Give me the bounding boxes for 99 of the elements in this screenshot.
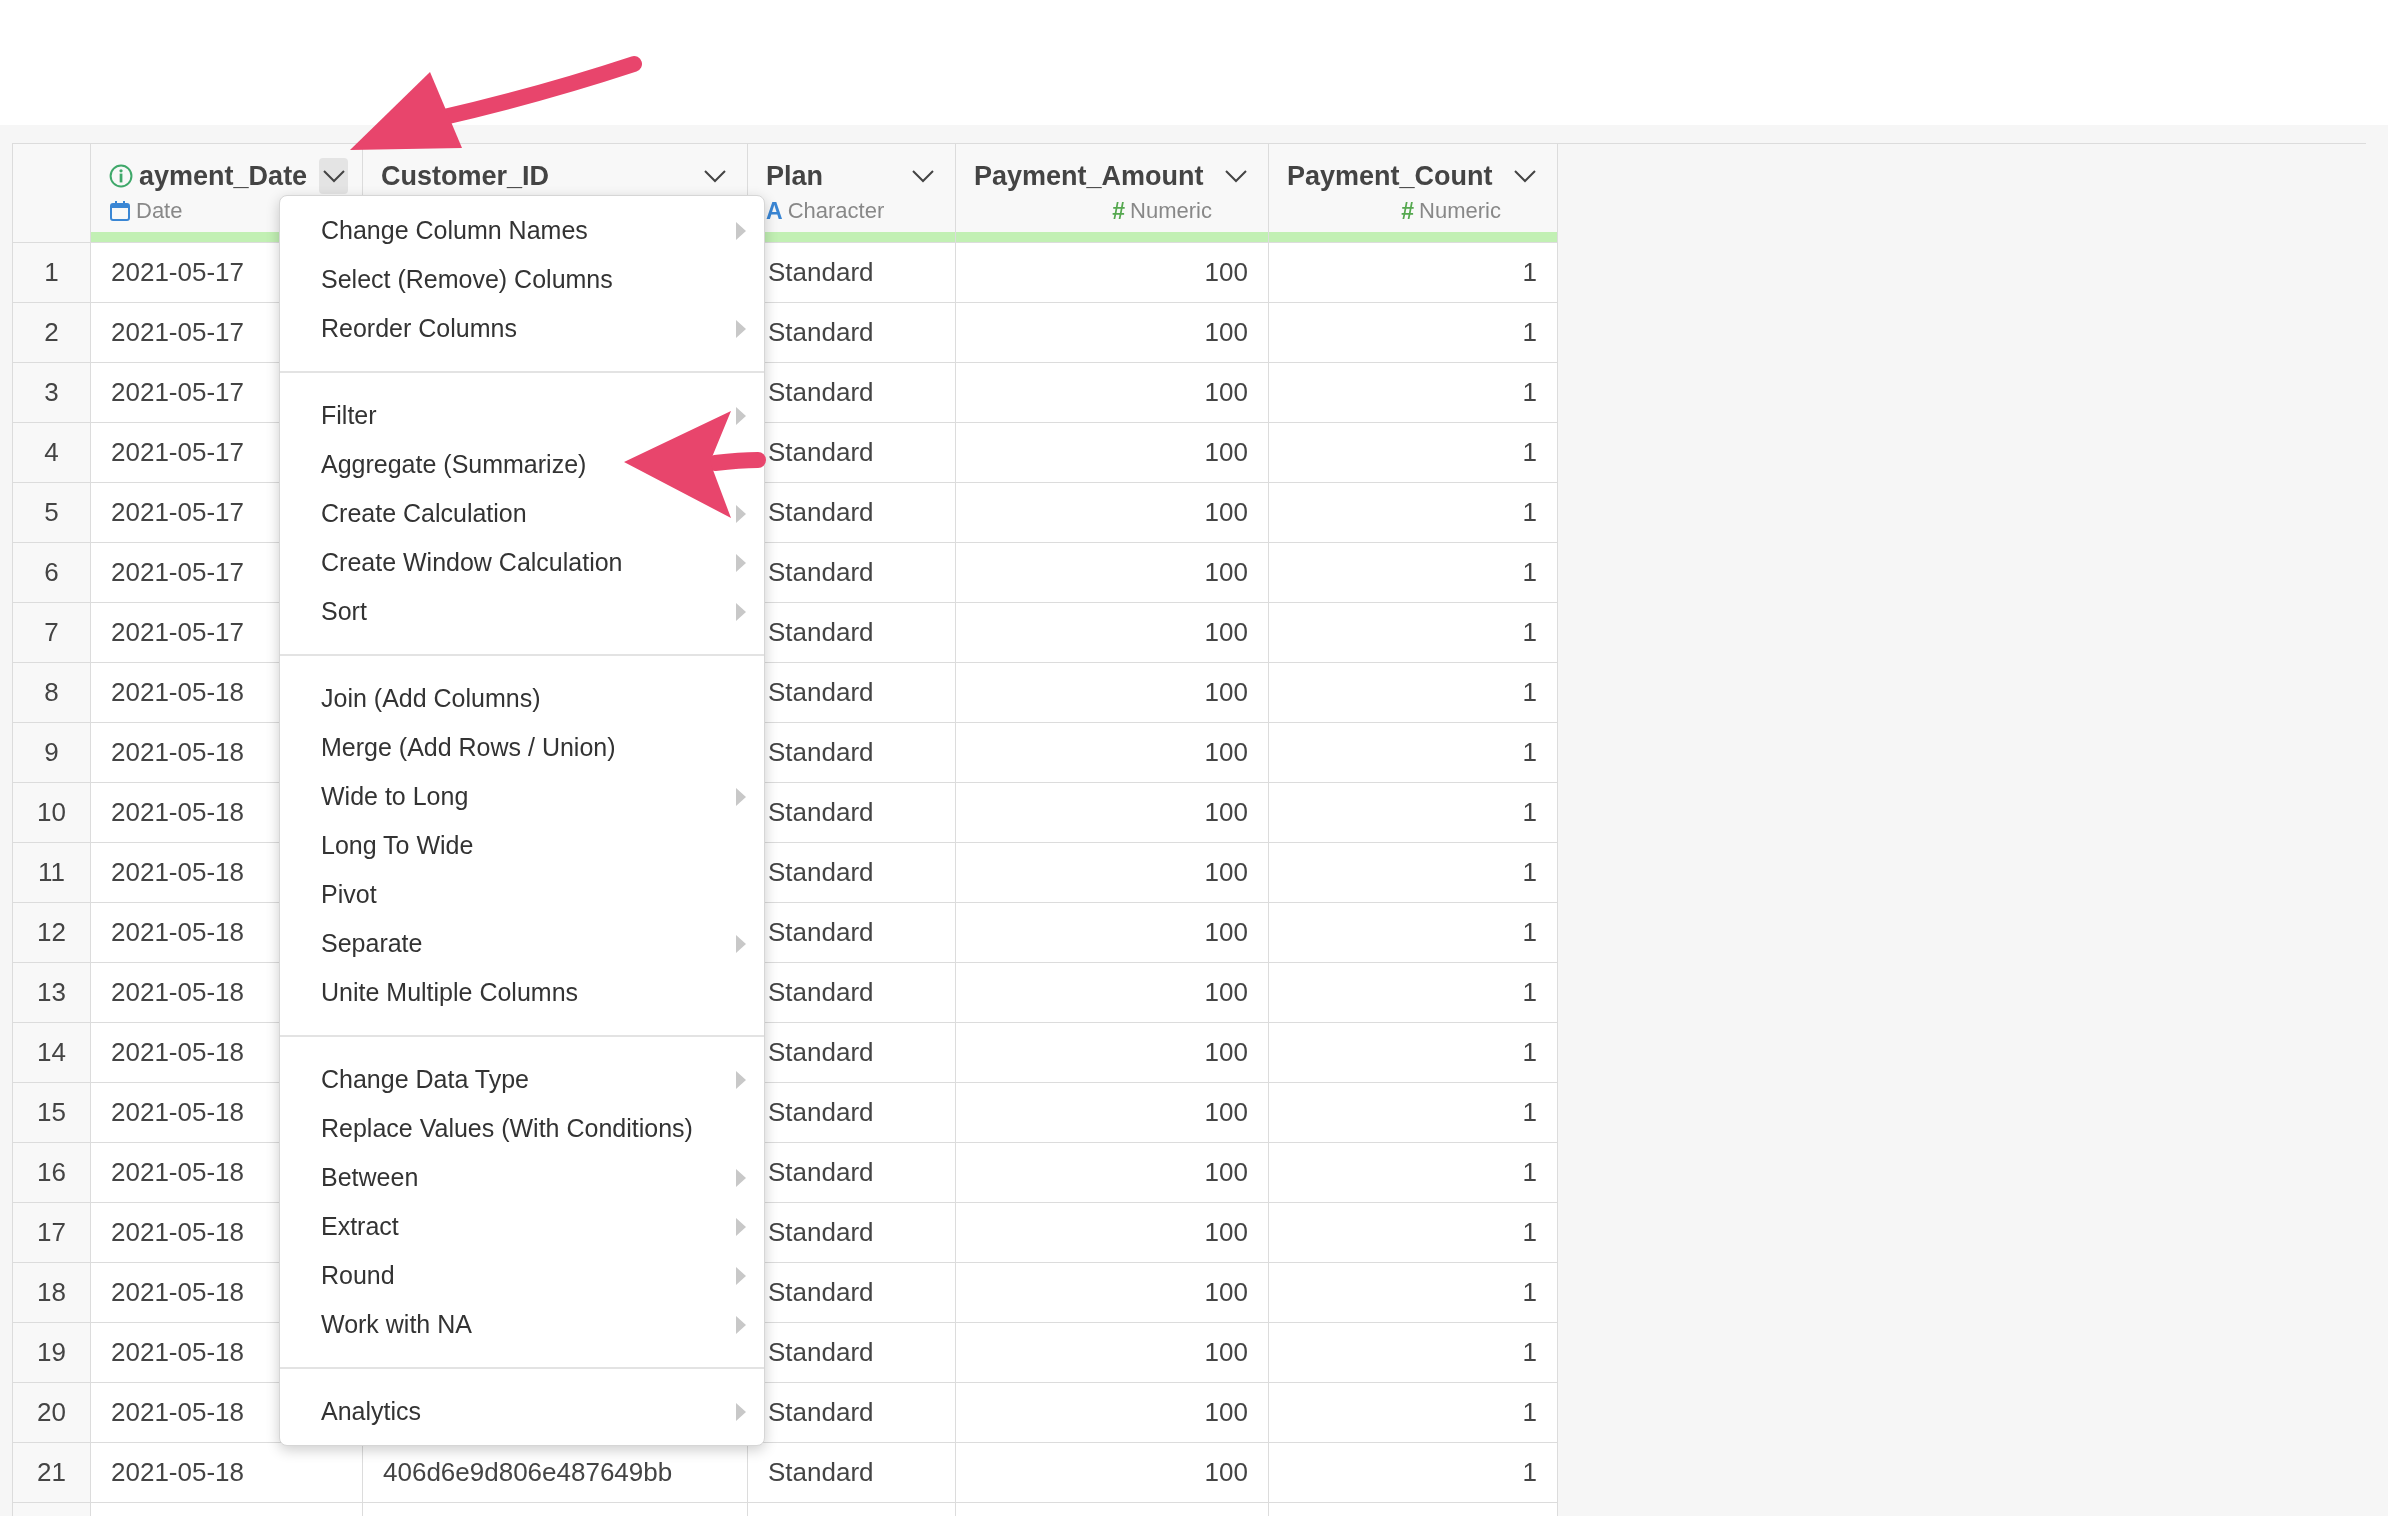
column-type-label: Numeric xyxy=(1419,198,1501,224)
column-title: ayment_Date xyxy=(139,160,308,192)
row-number: 9 xyxy=(13,723,91,783)
table-cell: 100 xyxy=(956,1323,1269,1383)
row-number: 15 xyxy=(13,1083,91,1143)
table-cell: 1 xyxy=(1269,1143,1558,1203)
table-cell: 1 xyxy=(1269,543,1558,603)
submenu-arrow-icon xyxy=(736,1217,746,1236)
table-cell: 1 xyxy=(1269,843,1558,903)
table-cell: 1 xyxy=(1269,783,1558,843)
chevron-down-icon xyxy=(1225,169,1247,183)
table-cell: 100 xyxy=(956,423,1269,483)
table-cell: 1 xyxy=(1269,243,1558,303)
row-number: 21 xyxy=(13,1443,91,1503)
column-title: Plan xyxy=(766,160,824,192)
row-number: 20 xyxy=(13,1383,91,1443)
table-cell: 100 xyxy=(956,663,1269,723)
table-cell: 100 xyxy=(956,723,1269,783)
submenu-arrow-icon xyxy=(736,1315,746,1334)
table-cell: 1 xyxy=(1269,1203,1558,1263)
row-number: 16 xyxy=(13,1143,91,1203)
numeric-type-icon: # xyxy=(1112,199,1126,223)
table-cell: 2021-05-18 xyxy=(91,1443,363,1503)
character-type-icon: A xyxy=(766,199,783,223)
submenu-arrow-icon xyxy=(736,504,746,523)
submenu-arrow-icon xyxy=(736,787,746,806)
column-menu-button[interactable] xyxy=(319,158,348,194)
row-number: 14 xyxy=(13,1023,91,1083)
submenu-arrow-icon xyxy=(736,1402,746,1421)
table-cell: 100 xyxy=(956,1383,1269,1443)
table-cell: 100 xyxy=(956,543,1269,603)
chevron-down-icon xyxy=(1514,169,1536,183)
table-cell: 100 xyxy=(956,903,1269,963)
table-cell: 1 xyxy=(1269,423,1558,483)
table-cell: 1 xyxy=(1269,303,1558,363)
row-number: 19 xyxy=(13,1323,91,1383)
table-cell: 100 xyxy=(956,1263,1269,1323)
table-cell: Standard xyxy=(748,1443,956,1503)
submenu-arrow-icon xyxy=(736,221,746,240)
table-cell: 100 xyxy=(956,1143,1269,1203)
row-number: 13 xyxy=(13,963,91,1023)
table-cell: 100 xyxy=(956,783,1269,843)
table-cell: 1 xyxy=(1269,1023,1558,1083)
submenu-arrow-icon xyxy=(736,934,746,953)
column-title: Customer_ID xyxy=(381,160,550,192)
column-title: Payment_Count xyxy=(1287,160,1493,192)
submenu-arrow-icon xyxy=(736,319,746,338)
row-number: 6 xyxy=(13,543,91,603)
column-type-label: Date xyxy=(136,198,183,224)
table-cell: 406d6e9d806e487649bb xyxy=(363,1443,748,1503)
chevron-down-icon xyxy=(912,169,934,183)
row-number: 1 xyxy=(13,243,91,303)
table-cell: 1 xyxy=(1269,1083,1558,1143)
row-number: 7 xyxy=(13,603,91,663)
row-number: 4 xyxy=(13,423,91,483)
table-cell: 1 xyxy=(1269,1443,1558,1503)
chevron-down-icon xyxy=(322,169,345,183)
table-cell: 100 xyxy=(956,1023,1269,1083)
table-cell: 100 xyxy=(956,363,1269,423)
column-type-label: Numeric xyxy=(1130,198,1212,224)
row-number: 5 xyxy=(13,483,91,543)
row-number: 18 xyxy=(13,1263,91,1323)
column-title: Payment_Amount xyxy=(974,160,1204,192)
table-cell: 100 xyxy=(956,603,1269,663)
numeric-type-icon: # xyxy=(1401,199,1415,223)
submenu-arrow-icon xyxy=(736,553,746,572)
calendar-icon xyxy=(109,200,131,222)
table-cell: 1 xyxy=(1269,1323,1558,1383)
table-cell: 1 xyxy=(1269,723,1558,783)
table-cell: 100 xyxy=(956,243,1269,303)
table-cell: 100 xyxy=(956,843,1269,903)
submenu-arrow-icon xyxy=(736,406,746,425)
table-cell: 1 xyxy=(1269,903,1558,963)
submenu-arrow-icon xyxy=(736,1168,746,1187)
table-cell: 1 xyxy=(1269,1263,1558,1323)
submenu-arrow-icon xyxy=(736,602,746,621)
column-type-label: Character xyxy=(787,198,885,224)
table-cell: 1 xyxy=(1269,363,1558,423)
row-number: 3 xyxy=(13,363,91,423)
row-number: 12 xyxy=(13,903,91,963)
row-number: 11 xyxy=(13,843,91,903)
row-number: 10 xyxy=(13,783,91,843)
row-number: 17 xyxy=(13,1203,91,1263)
row-number: 8 xyxy=(13,663,91,723)
table-cell: 100 xyxy=(956,1443,1269,1503)
table-cell: 100 xyxy=(956,1203,1269,1263)
table-cell: 100 xyxy=(956,1083,1269,1143)
table-cell: 100 xyxy=(956,303,1269,363)
table-cell: 1 xyxy=(1269,663,1558,723)
table-cell: 100 xyxy=(956,963,1269,1023)
chevron-down-icon xyxy=(704,169,726,183)
table-cell: 1 xyxy=(1269,963,1558,1023)
table-cell: 100 xyxy=(956,483,1269,543)
row-number: 2 xyxy=(13,303,91,363)
table-cell: 1 xyxy=(1269,1383,1558,1443)
submenu-arrow-icon xyxy=(736,1266,746,1285)
table-cell: 1 xyxy=(1269,483,1558,543)
table-cell: 1 xyxy=(1269,603,1558,663)
submenu-arrow-icon xyxy=(736,1070,746,1089)
